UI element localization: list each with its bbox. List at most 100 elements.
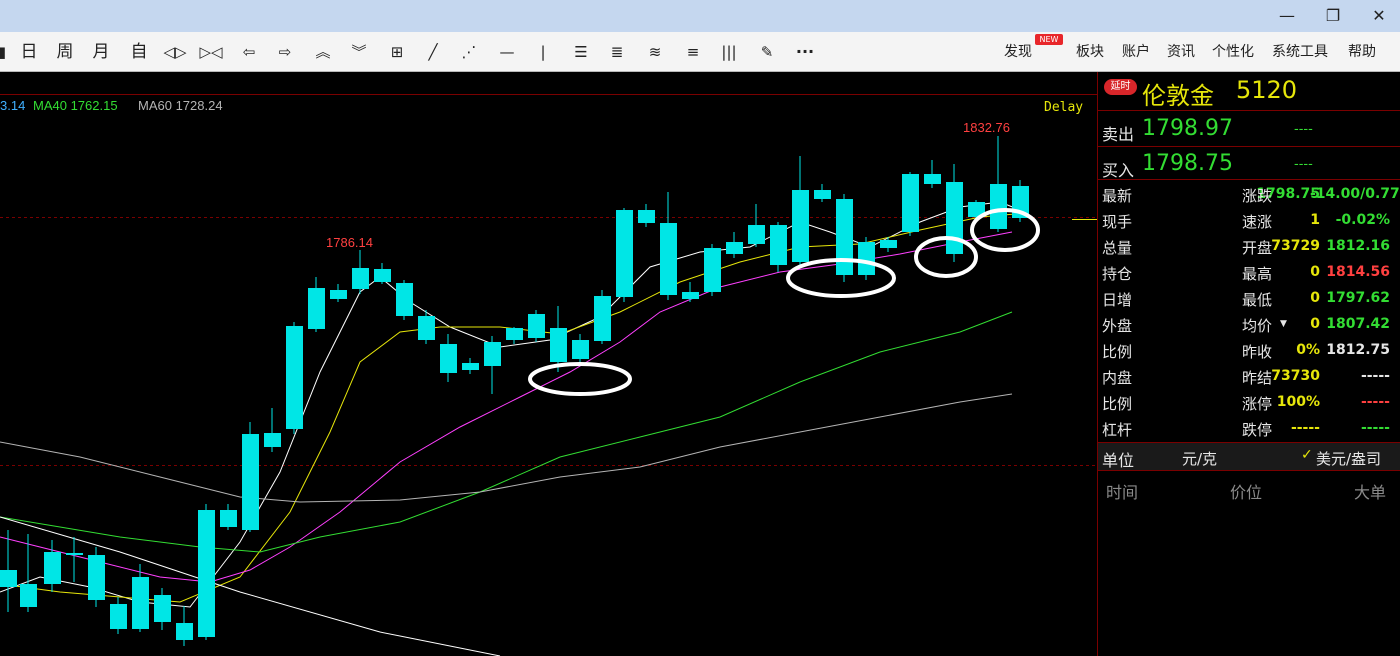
menu-account[interactable]: 账户 [1122, 40, 1150, 64]
menu-sector[interactable]: 板块 [1076, 40, 1104, 64]
line-tool-icon[interactable]: ╱ [420, 40, 446, 64]
quote-label: 持仓 [1102, 265, 1133, 283]
candle-body [352, 268, 369, 289]
candle-body [550, 328, 567, 362]
delay-label: Delay [1044, 100, 1083, 115]
quote-value: -0.02% [1335, 212, 1390, 228]
menu-news[interactable]: 资讯 [1167, 40, 1195, 64]
ma40-line [0, 311, 1013, 553]
quote-row: 比例 0% 昨收 1812.75 [1098, 337, 1400, 363]
horizontal-line-icon[interactable]: — [494, 40, 520, 64]
menu-discover[interactable]: 发现 [1004, 40, 1032, 64]
divider [1098, 146, 1400, 147]
candle-body [154, 595, 171, 622]
unit-label: 单位 [1102, 451, 1135, 470]
quote-row: 日增 0 最低 1797.62 [1098, 285, 1400, 311]
instrument-name: 伦敦金 [1142, 82, 1214, 110]
quote-value: 1814.56 [1326, 264, 1390, 280]
candle-body [20, 584, 37, 607]
currency-option[interactable]: 美元/盎司 [1316, 448, 1381, 469]
ma60-line [0, 393, 1013, 503]
toolbar-left-edge-icon[interactable]: ■ [0, 40, 12, 64]
candle-body [286, 326, 303, 429]
eraser-icon[interactable]: ✎ [754, 40, 780, 64]
dashed-line-icon[interactable]: ⋰ [456, 40, 482, 64]
quote-row: 内盘 73730 昨结 ----- [1098, 363, 1400, 389]
quote-row: 最新1798.75涨跌-14.00/0.77% [1098, 181, 1400, 207]
crosshair-icon[interactable]: ⊞ [384, 40, 410, 64]
trade-header-time: 时间 [1106, 483, 1139, 502]
candle-body [506, 328, 523, 340]
day-button[interactable]: 日 [17, 40, 41, 64]
week-button[interactable]: 周 [53, 40, 77, 64]
quote-value: 1812.75 [1326, 342, 1390, 358]
quote-label: 日增 [1102, 291, 1133, 309]
candle-body [396, 283, 413, 316]
candle-body [220, 510, 237, 527]
minimize-button[interactable]: — [1270, 4, 1304, 28]
highlight-ellipse-1 [528, 362, 632, 396]
sell-label: 卖出 [1102, 125, 1135, 144]
candle-body [880, 240, 897, 248]
move-left-icon[interactable]: ⇦ [236, 40, 262, 64]
candle-body [330, 290, 347, 299]
candle-body [748, 225, 765, 244]
custom-button[interactable]: 自 [127, 40, 151, 64]
quote-row: 持仓 0 最高 1814.56 [1098, 259, 1400, 285]
instrument-code: 5120 [1236, 76, 1298, 104]
zoom-in-icon[interactable]: ▷◁ [198, 40, 224, 64]
dropdown-arrow-icon[interactable]: ▼ [1280, 319, 1287, 329]
month-button[interactable]: 月 [89, 40, 113, 64]
move-down-icon[interactable]: ︾ [346, 40, 372, 64]
candle-body [638, 210, 655, 223]
zoom-out-icon[interactable]: ◁▷ [162, 40, 188, 64]
quote-row: 杠杆 ----- 跌停 ----- [1098, 415, 1400, 441]
menu-personalize[interactable]: 个性化 [1212, 40, 1254, 64]
candle-body [88, 555, 105, 600]
trade-header-volume: 大单 [1354, 483, 1387, 502]
menu-help[interactable]: 帮助 [1348, 40, 1376, 64]
channel-tool-icon[interactable]: ☰ [568, 40, 594, 64]
candle-body [946, 182, 963, 254]
unit-value[interactable]: 元/克 [1182, 448, 1217, 469]
buy-qty: ---- [1294, 157, 1313, 172]
menu-system-tools[interactable]: 系统工具 [1272, 40, 1328, 64]
quote-label: 现手 [1102, 213, 1133, 231]
ma40-label: MA40 1762.15 [33, 98, 118, 113]
quote-label: 速涨 [1242, 213, 1273, 231]
quote-label: 涨停 [1242, 395, 1273, 413]
candle-body [66, 553, 83, 555]
candle-body [704, 248, 721, 292]
candle-body [418, 316, 435, 340]
more-icon[interactable]: ··· [790, 40, 820, 64]
ma60-label: MA60 1728.24 [138, 98, 223, 113]
buy-label: 买入 [1102, 161, 1135, 180]
quote-label: 总量 [1102, 239, 1133, 257]
candle-body [990, 184, 1007, 229]
candle-body [770, 225, 787, 265]
kline-chart[interactable]: 3.14 MA40 1762.15 MA60 1728.24 Delay 178… [0, 72, 1097, 656]
candle-body [836, 199, 853, 275]
delay-badge: 延时 [1104, 79, 1137, 95]
close-button[interactable]: ✕ [1362, 4, 1396, 28]
new-badge: NEW [1035, 34, 1063, 45]
maximize-button[interactable]: ❐ [1316, 4, 1350, 28]
high-annotation-1: 1786.14 [326, 235, 373, 250]
candle-body [198, 510, 215, 637]
divider [1098, 470, 1400, 471]
candle-body [242, 434, 259, 530]
candle-body [374, 269, 391, 282]
quote-label: 最新 [1102, 187, 1133, 205]
candle-body [902, 174, 919, 232]
candle-body [924, 174, 941, 184]
parallel-tool-icon[interactable]: ≣ [604, 40, 630, 64]
period-tool-icon[interactable]: ||| [716, 40, 742, 64]
move-up-icon[interactable]: ︽ [310, 40, 336, 64]
move-right-icon[interactable]: ⇨ [272, 40, 298, 64]
fan-tool-icon[interactable]: ≋ [642, 40, 668, 64]
candle-body [176, 623, 193, 640]
quote-value: 1807.42 [1326, 316, 1390, 332]
quote-label: 内盘 [1102, 369, 1133, 387]
vertical-line-icon[interactable]: | [530, 40, 556, 64]
fib-tool-icon[interactable]: ≡ [680, 40, 706, 64]
